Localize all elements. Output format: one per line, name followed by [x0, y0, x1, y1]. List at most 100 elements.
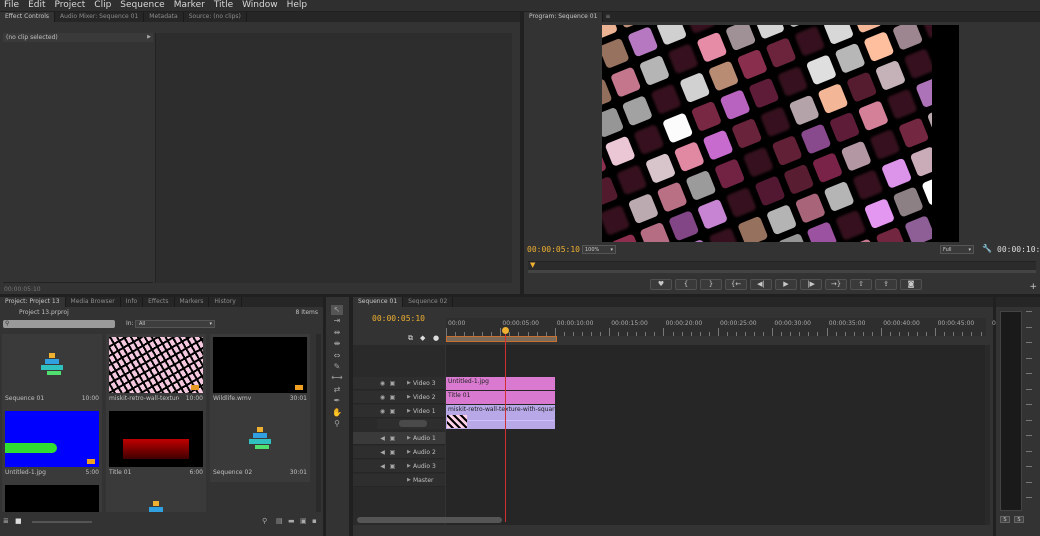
- tab-source-no-clips[interactable]: Source: (no clips): [184, 12, 247, 22]
- tab-media-browser[interactable]: Media Browser: [66, 297, 121, 307]
- track-header[interactable]: ◀ ▣ ▶ Audio 1: [353, 432, 445, 445]
- playhead-handle[interactable]: [502, 327, 509, 334]
- step-back-button[interactable]: ◀|: [750, 279, 772, 290]
- lock-icon[interactable]: ▣: [389, 408, 396, 415]
- menu-marker[interactable]: Marker: [174, 0, 205, 11]
- zoom-select[interactable]: 100% ▾: [582, 245, 616, 254]
- expand-track-icon[interactable]: ▶: [407, 405, 411, 418]
- solo-right-button[interactable]: S: [1014, 516, 1024, 523]
- tab-history[interactable]: History: [209, 297, 242, 307]
- lock-icon[interactable]: ▣: [389, 394, 396, 401]
- expand-track-icon[interactable]: ▶: [407, 446, 411, 459]
- tab-program[interactable]: Program: Sequence 01: [524, 12, 604, 22]
- track-header[interactable]: ◀ ▣ ▶ Audio 2: [353, 446, 445, 459]
- rate-stretch-tool-icon[interactable]: ⇔: [331, 351, 343, 361]
- eye-icon[interactable]: ◉: [379, 380, 386, 387]
- snap-icon[interactable]: ⧉: [408, 334, 413, 343]
- project-item[interactable]: miskit-retro-wall-texture-... 10:00: [106, 334, 206, 408]
- marker-icon[interactable]: ◆: [420, 334, 425, 342]
- lift-button[interactable]: ⇧: [850, 279, 872, 290]
- keyframe-nav[interactable]: [399, 420, 427, 427]
- solo-left-button[interactable]: S: [1000, 516, 1010, 523]
- timeline-hscroll[interactable]: [357, 517, 502, 523]
- extract-button[interactable]: ⇪: [875, 279, 897, 290]
- tab-audio-mixer-sequence-01[interactable]: Audio Mixer: Sequence 01: [55, 12, 145, 22]
- clip-opacity-line[interactable]: [468, 420, 554, 421]
- track-vscroll[interactable]: [985, 345, 990, 525]
- tab-markers[interactable]: Markers: [175, 297, 210, 307]
- ripple-edit-tool-icon[interactable]: ⇹: [331, 328, 343, 338]
- zoom-slider[interactable]: [32, 521, 92, 523]
- marker-button[interactable]: ♥: [650, 279, 672, 290]
- trash-icon[interactable]: ▪: [312, 517, 317, 525]
- playhead-line[interactable]: [505, 332, 506, 522]
- go-to-in-button[interactable]: {←: [725, 279, 747, 290]
- find-icon[interactable]: ▤: [276, 517, 283, 525]
- tab-effect-controls[interactable]: Effect Controls: [0, 12, 55, 22]
- lock-icon[interactable]: ▣: [389, 463, 396, 470]
- search-input[interactable]: ⚲: [3, 320, 115, 328]
- new-item-icon[interactable]: ▣: [300, 517, 307, 525]
- eye-icon[interactable]: ◉: [379, 408, 386, 415]
- menu-window[interactable]: Window: [242, 0, 278, 11]
- hand-tool-icon[interactable]: ✋: [331, 408, 343, 418]
- mark-out-button[interactable]: }: [700, 279, 722, 290]
- export-frame-button[interactable]: ◙: [900, 279, 922, 290]
- expand-track-icon[interactable]: ▶: [407, 432, 411, 445]
- step-forward-button[interactable]: |▶: [800, 279, 822, 290]
- automate-icon[interactable]: ⚲: [262, 517, 267, 525]
- zoom-tool-icon[interactable]: ⚲: [331, 419, 343, 429]
- tab-sequence-02[interactable]: Sequence 02: [403, 297, 454, 307]
- tab-metadata[interactable]: Metadata: [144, 12, 184, 22]
- list-view-icon[interactable]: ≣: [3, 517, 9, 525]
- link-icon[interactable]: ●: [433, 334, 439, 342]
- speaker-icon[interactable]: ◀: [379, 435, 386, 442]
- expand-track-icon[interactable]: ▶: [407, 377, 411, 390]
- track-header[interactable]: ◉ ▣ ▶ Video 2: [353, 391, 445, 404]
- slip-tool-icon[interactable]: ⟷: [331, 373, 343, 383]
- new-bin-icon[interactable]: ▬: [288, 517, 295, 525]
- lock-icon[interactable]: ▣: [389, 380, 396, 387]
- effect-scrollbar[interactable]: [3, 33, 153, 283]
- timeline-ruler[interactable]: 00:00 00:00:05:00 00:00:10:00 00:00:15:00 00…: [446, 318, 1005, 336]
- expand-track-icon[interactable]: ▶: [407, 460, 411, 473]
- track-header[interactable]: ◉ ▣ ▶ Video 3: [353, 377, 445, 390]
- project-item[interactable]: Sequence 02 30:01: [210, 408, 310, 482]
- pen-tool-icon[interactable]: ✒: [331, 396, 343, 406]
- play-button[interactable]: ▶: [775, 279, 797, 290]
- project-item[interactable]: [106, 482, 206, 512]
- in-select[interactable]: All ▾: [135, 320, 215, 328]
- project-item[interactable]: [2, 482, 102, 512]
- add-button-icon[interactable]: +: [1029, 282, 1037, 292]
- icon-view-icon[interactable]: ■: [15, 517, 22, 525]
- program-timecode[interactable]: 00:00:05:10: [527, 245, 580, 254]
- speaker-icon[interactable]: ◀: [379, 463, 386, 470]
- track-header[interactable]: ◉ ▣ ▶ Video 1: [353, 405, 445, 418]
- menu-title[interactable]: Title: [214, 0, 233, 11]
- expand-track-icon[interactable]: ▶: [407, 474, 411, 487]
- tab-sequence-01[interactable]: Sequence 01: [353, 297, 404, 307]
- clip-retro-wall[interactable]: miskit-retro-wall-texture-with-square-f: [446, 405, 555, 429]
- expand-track-icon[interactable]: ▶: [407, 391, 411, 404]
- project-item[interactable]: Wildlife.wmv 30:01: [210, 334, 310, 408]
- project-scrollbar[interactable]: [316, 334, 321, 512]
- eye-icon[interactable]: ◉: [379, 394, 386, 401]
- project-item[interactable]: Title 01 6:00: [106, 408, 206, 482]
- menu-file[interactable]: File: [4, 0, 19, 11]
- menu-help[interactable]: Help: [287, 0, 308, 11]
- project-item[interactable]: Sequence 01 10:00: [2, 334, 102, 408]
- lock-icon[interactable]: ▣: [389, 449, 396, 456]
- project-item[interactable]: Untitled-1.jpg 5:00: [2, 408, 102, 482]
- tab-project-project-13[interactable]: Project: Project 13: [0, 297, 66, 307]
- panel-menu-icon[interactable]: ≡: [605, 12, 610, 22]
- work-area-bar[interactable]: [446, 336, 557, 342]
- playhead-marker-icon[interactable]: ▼: [530, 261, 535, 269]
- menu-project[interactable]: Project: [55, 0, 86, 11]
- rolling-edit-tool-icon[interactable]: ⇼: [331, 339, 343, 349]
- timeline-timecode[interactable]: 00:00:05:10: [372, 314, 425, 323]
- selection-tool-icon[interactable]: ↖: [331, 305, 343, 315]
- tab-effects[interactable]: Effects: [143, 297, 175, 307]
- menu-clip[interactable]: Clip: [94, 0, 111, 11]
- slide-tool-icon[interactable]: ⇄: [331, 385, 343, 395]
- mark-in-button[interactable]: {: [675, 279, 697, 290]
